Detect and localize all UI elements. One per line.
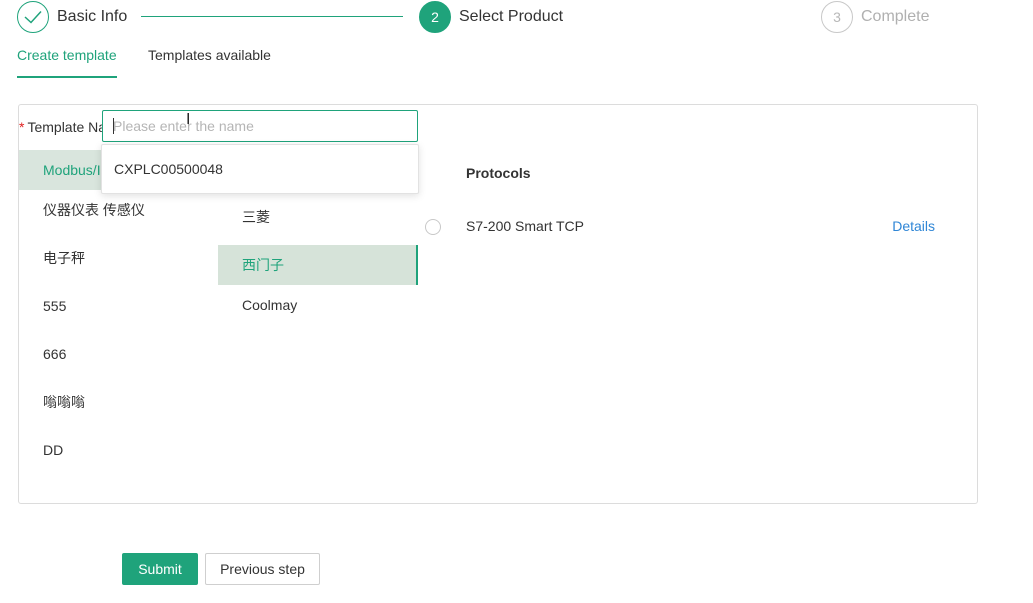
tab-templates-available[interactable]: Templates available: [148, 40, 271, 78]
tab-create-template[interactable]: Create template: [17, 40, 117, 78]
submit-button[interactable]: Submit: [122, 553, 198, 585]
brand-item[interactable]: Coolmay: [218, 285, 418, 333]
step-connector: [141, 16, 403, 17]
autocomplete-option[interactable]: CXPLC00500048: [102, 145, 418, 193]
category-item[interactable]: DD: [19, 430, 219, 478]
category-item[interactable]: 555: [19, 286, 219, 334]
protocols-header: Protocols: [466, 165, 531, 181]
template-name-input[interactable]: [102, 110, 418, 142]
step-number: 3: [821, 0, 853, 33]
step-complete: 3 Complete: [821, 0, 929, 33]
step-title: Basic Info: [57, 7, 128, 25]
step-title: Complete: [861, 7, 930, 25]
brand-list: 三菱 西门子 Coolmay: [218, 197, 418, 333]
protocol-row: S7-200 Smart TCP Details: [425, 215, 945, 239]
protocol-radio[interactable]: [425, 219, 441, 235]
required-mark: *: [19, 119, 25, 135]
autocomplete-dropdown: CXPLC00500048: [101, 144, 419, 194]
category-item[interactable]: 666: [19, 334, 219, 382]
previous-step-button[interactable]: Previous step: [205, 553, 320, 585]
protocol-name: S7-200 Smart TCP: [466, 218, 585, 234]
text-caret: [113, 118, 114, 134]
step-number: 2: [419, 0, 451, 33]
ibeam-cursor-icon: I: [186, 111, 191, 128]
brand-item[interactable]: 西门子: [218, 245, 418, 285]
category-list: Modbus/I 仪器仪表 传感仪 电子秤 555 666 嗡嗡嗡 DD: [19, 150, 219, 478]
step-select-product: 2 Select Product: [419, 0, 563, 33]
category-item[interactable]: 仪器仪表 传感仪: [19, 190, 219, 238]
template-name-label-text: Template Na: [27, 119, 107, 135]
category-item[interactable]: 嗡嗡嗡: [19, 382, 219, 430]
step-title: Select Product: [459, 7, 564, 25]
template-name-label: * Template Na: [19, 119, 106, 135]
check-icon: [17, 0, 49, 33]
step-basic-info: Basic Info: [17, 0, 127, 33]
brand-item[interactable]: 三菱: [218, 197, 418, 245]
protocol-details-link[interactable]: Details: [892, 218, 935, 234]
category-item[interactable]: 电子秤: [19, 238, 219, 286]
